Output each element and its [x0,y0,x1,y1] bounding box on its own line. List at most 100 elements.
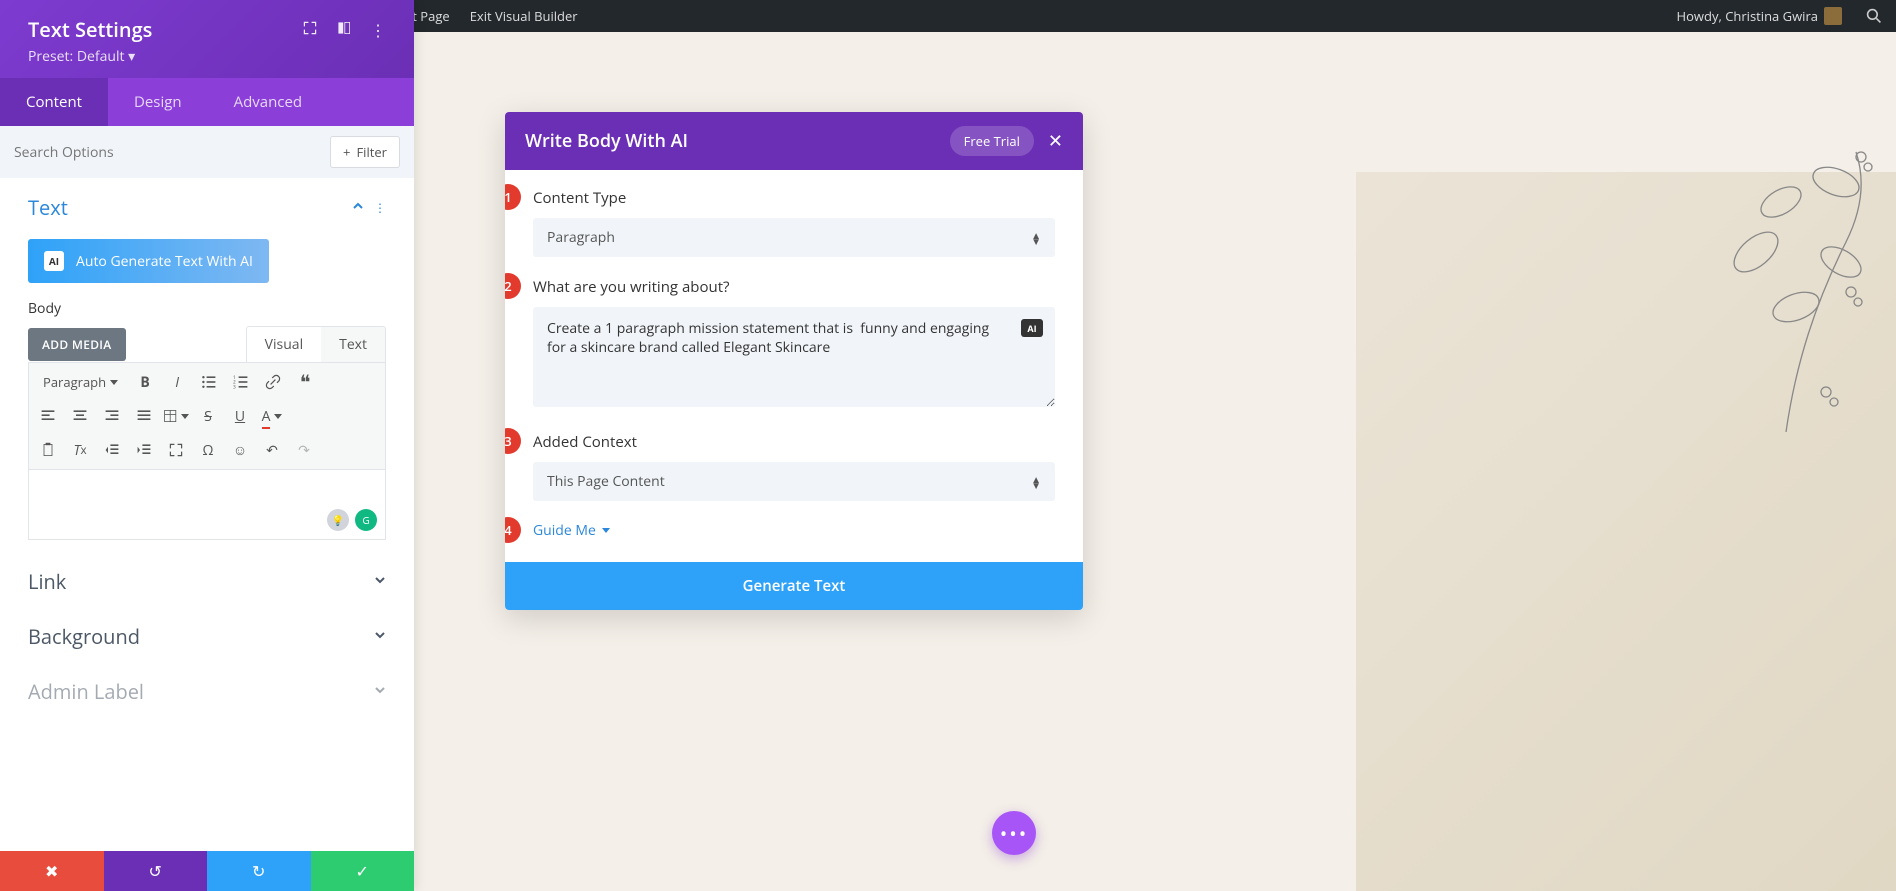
align-center-icon [72,408,88,424]
redo-footer-button[interactable]: ↻ [207,851,311,891]
panel-title: Text Settings [28,16,152,43]
user-greeting[interactable]: Howdy, Christina Gwira [1667,0,1852,32]
content-type-value: Paragraph [547,228,615,247]
plus-icon: + [343,143,350,161]
specialchar-button[interactable]: Ω [193,435,223,465]
chevron-down-icon [602,528,610,533]
search-input[interactable] [14,143,320,162]
rich-text-toolbar: Paragraph B I 123 ❝ S [28,362,386,470]
emoji-button[interactable]: ☺ [225,435,255,465]
expand-icon[interactable] [302,19,318,41]
guide-me-toggle[interactable]: Guide Me [533,521,1055,540]
section-adminlabel-toggle[interactable]: Admin Label [0,662,414,717]
grammarly-badge[interactable]: G [355,509,377,531]
chevron-down-icon [181,414,189,419]
align-right-button[interactable] [97,401,127,431]
ol-button[interactable]: 123 [226,367,256,397]
save-button[interactable]: ✓ [311,851,415,891]
section-link-title: Link [28,568,66,595]
clipboard-icon [40,442,56,458]
select-arrows-icon: ▲▼ [1031,232,1041,244]
link-icon [265,374,281,390]
greeting-text: Howdy, Christina Gwira [1677,7,1818,25]
search-icon [1866,8,1882,24]
section-text-title: Text [28,194,68,221]
fullscreen-icon [168,442,184,458]
tab-design[interactable]: Design [108,78,208,126]
cancel-button[interactable]: ✖ [0,851,104,891]
undo-button[interactable]: ↶ [257,435,287,465]
align-center-button[interactable] [65,401,95,431]
guide-me-label: Guide Me [533,521,596,540]
section-adminlabel-title: Admin Label [28,678,144,705]
ul-button[interactable] [194,367,224,397]
strike-button[interactable]: S [193,401,223,431]
paste-button[interactable] [33,435,63,465]
outdent-button[interactable] [97,435,127,465]
tab-content[interactable]: Content [0,78,108,126]
adminbar-search[interactable] [1860,0,1888,32]
exit-vb-label: Exit Visual Builder [470,7,578,25]
dots-icon: ••• [1000,820,1029,847]
table-icon [163,408,179,424]
rich-text-editor[interactable]: 💡 G [28,470,386,540]
section-more-icon[interactable]: ⋮ [374,199,386,216]
editor-tab-text[interactable]: Text [321,327,385,362]
about-input[interactable] [533,307,1055,407]
section-link-toggle[interactable]: Link [0,552,414,607]
table-button[interactable] [161,401,191,431]
context-label: Added Context [533,432,1055,452]
format-dropdown[interactable]: Paragraph [33,367,128,397]
indent-button[interactable] [129,435,159,465]
add-media-button[interactable]: ADD MEDIA [28,328,126,361]
ai-modal-title: Write Body With AI [525,129,688,153]
chevron-down-icon [374,573,386,590]
step-marker-1: 1 [505,184,521,210]
context-select[interactable]: This Page Content ▲▼ [533,462,1055,501]
assist-badge[interactable]: 💡 [327,509,349,531]
chevron-down-icon [110,380,118,385]
content-type-select[interactable]: Paragraph ▲▼ [533,218,1055,257]
fullscreen-button[interactable] [161,435,191,465]
list-ol-icon: 123 [233,374,249,390]
ai-inline-icon[interactable]: AI [1021,319,1043,337]
align-left-button[interactable] [33,401,63,431]
step-marker-3: 3 [505,428,521,454]
quote-button[interactable]: ❝ [290,367,320,397]
preset-dropdown[interactable]: Preset: Default ▾ [28,47,386,66]
section-background-toggle[interactable]: Background [0,607,414,662]
textcolor-button[interactable]: A [257,401,287,431]
divi-fab-button[interactable]: ••• [992,811,1036,855]
undo-footer-button[interactable]: ↺ [104,851,208,891]
outdent-icon [104,442,120,458]
tab-advanced[interactable]: Advanced [208,78,328,126]
section-background-title: Background [28,623,140,650]
snap-icon[interactable] [336,19,352,41]
filter-button[interactable]: + Filter [330,136,400,168]
underline-button[interactable]: U [225,401,255,431]
italic-button[interactable]: I [162,367,192,397]
link-button[interactable] [258,367,288,397]
generate-text-button[interactable]: Generate Text [505,562,1083,610]
svg-text:3: 3 [233,384,236,390]
exit-vb-link[interactable]: Exit Visual Builder [460,0,588,32]
align-justify-button[interactable] [129,401,159,431]
content-type-label: Content Type [533,188,1055,208]
clear-format-button[interactable]: Tx [65,435,95,465]
step-marker-4: 4 [505,517,521,543]
auto-generate-ai-button[interactable]: AI Auto Generate Text With AI [28,239,269,283]
chevron-down-icon [274,414,282,419]
align-left-icon [40,408,56,424]
free-trial-badge[interactable]: Free Trial [950,126,1034,156]
section-text-toggle[interactable]: Text ⋮ [0,178,414,233]
editor-tab-visual[interactable]: Visual [247,327,321,362]
body-label: Body [0,299,414,318]
more-icon[interactable]: ⋮ [370,19,386,41]
filter-label: Filter [356,143,387,161]
align-right-icon [104,408,120,424]
align-justify-icon [136,408,152,424]
bold-button[interactable]: B [130,367,160,397]
redo-button[interactable]: ↷ [289,435,319,465]
close-button[interactable]: ✕ [1048,129,1063,153]
ai-button-label: Auto Generate Text With AI [76,252,253,271]
